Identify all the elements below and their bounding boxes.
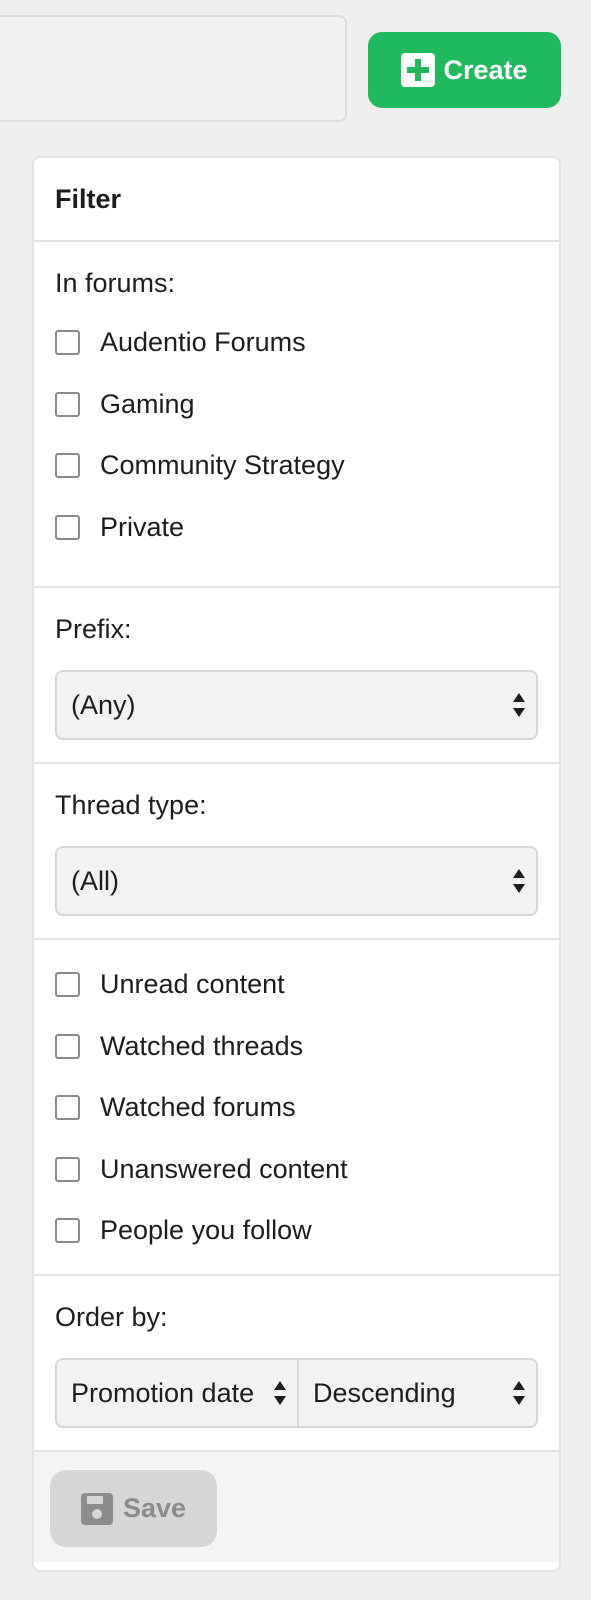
thread-type-select[interactable]: (All) [55,846,538,916]
options-section: Unread content Watched threads Watched f… [34,940,559,1276]
order-label: Order by: [55,1302,168,1332]
forum-checkbox-row[interactable]: Gaming [55,374,538,436]
forum-checkbox-row[interactable]: Community Strategy [55,435,538,497]
order-field-value: Promotion date [71,1377,255,1408]
thread-type-section: Thread type: (All) [34,764,559,940]
prefix-select[interactable]: (Any) [55,670,538,740]
search-box[interactable] [0,15,347,122]
order-direction-value: Descending [313,1377,456,1408]
updown-icon [512,1381,526,1405]
forums-section: In forums: Audentio Forums Gaming Commun… [34,242,559,588]
order-section: Order by: Promotion date Descending [34,1276,559,1452]
forum-checkbox-label: Audentio Forums [100,327,306,358]
prefix-section: Prefix: (Any) [34,588,559,764]
thread-type-selected-value: (All) [71,865,119,896]
checkbox-icon[interactable] [55,1095,80,1121]
filter-panel: Filter In forums: Audentio Forums Gaming… [32,156,561,1572]
checkbox-icon[interactable] [55,453,80,479]
forum-checkbox-label: Gaming [100,388,195,419]
option-checkbox-row[interactable]: Watched forums [55,1077,538,1139]
updown-icon [273,1381,287,1405]
plus-icon [401,53,436,87]
filter-title: Filter [34,158,559,242]
option-label: People you follow [100,1215,312,1246]
create-label: Create [443,54,528,85]
option-checkbox-row[interactable]: Unread content [55,954,538,1016]
checkbox-icon[interactable] [55,514,80,540]
save-label: Save [122,1493,187,1523]
option-checkbox-row[interactable]: Unanswered content [55,1139,538,1201]
option-label: Unread content [100,969,285,1000]
checkbox-icon[interactable] [55,330,80,356]
checkbox-icon[interactable] [55,1156,80,1182]
checkbox-icon[interactable] [55,972,80,998]
option-label: Watched forums [100,1092,296,1123]
forum-checkbox-row[interactable]: Audentio Forums [55,312,538,374]
option-checkbox-row[interactable]: People you follow [55,1200,538,1262]
save-icon [80,1492,113,1525]
thread-type-label: Thread type: [55,790,207,820]
forum-checkbox-label: Community Strategy [100,450,345,481]
forums-label: In forums: [55,268,176,298]
forum-checkbox-row[interactable]: Private [55,497,538,559]
filter-footer: Save [34,1452,559,1562]
order-direction-select[interactable]: Descending [299,1360,536,1426]
updown-icon [512,869,526,893]
option-label: Unanswered content [100,1153,348,1184]
prefix-selected-value: (Any) [71,689,136,720]
checkbox-icon[interactable] [55,1218,80,1244]
forum-checkbox-label: Private [100,511,185,542]
checkbox-icon[interactable] [55,1033,80,1059]
create-button[interactable]: Create [368,32,561,108]
option-checkbox-row[interactable]: Watched threads [55,1016,538,1078]
updown-icon [512,693,526,717]
forum-list: Audentio Forums Gaming Community Strateg… [55,312,538,558]
save-button[interactable]: Save [50,1470,217,1547]
prefix-label: Prefix: [55,614,132,644]
order-field-select[interactable]: Promotion date [57,1360,299,1426]
order-controls: Promotion date Descending [55,1358,538,1428]
option-label: Watched threads [100,1030,304,1061]
checkbox-icon[interactable] [55,391,80,417]
